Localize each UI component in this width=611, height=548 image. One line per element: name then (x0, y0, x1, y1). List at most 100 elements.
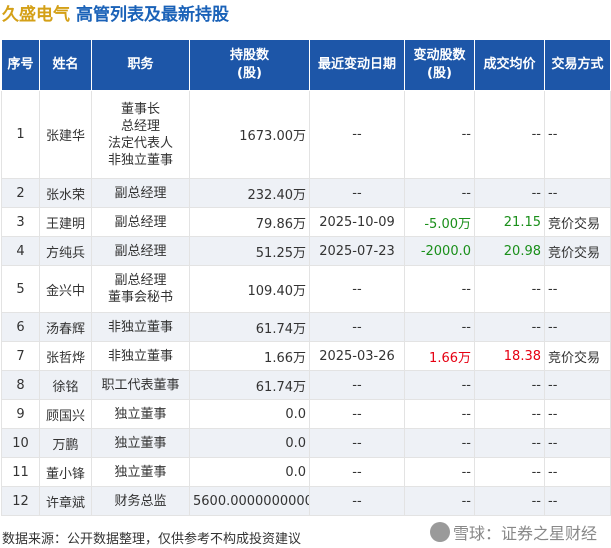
cell-change-shares: -- (404, 312, 475, 342)
cell-holding: 0.0 (189, 399, 310, 429)
cell-holding: 0.0 (189, 428, 310, 458)
cell-last-change-date: -- (309, 265, 405, 313)
table-row: 1 张建华 董事长 总经理 法定代表人 非独立董事 1673.00万 -- -- -- -- (1, 90, 611, 179)
title-bar: 久盛电气 高管列表及最新持股 (0, 0, 611, 32)
table-row: 9 顾国兴 独立董事 0.0 -- -- -- -- (1, 399, 611, 429)
cell-last-change-date: -- (309, 178, 405, 208)
cell-index: 12 (1, 486, 40, 516)
cell-holding: 232.40万 (189, 178, 310, 208)
cell-avg-price: -- (474, 486, 545, 516)
cell-position: 非独立董事 (91, 312, 190, 342)
position-line: 非独立董事 (107, 319, 173, 335)
cell-avg-price: -- (474, 312, 545, 342)
cell-index: 11 (1, 457, 40, 487)
cell-change-shares: -- (404, 90, 475, 179)
cell-trade-method: -- (544, 370, 611, 400)
cell-name: 金兴中 (39, 265, 92, 313)
cell-last-change-date: -- (309, 370, 405, 400)
table-row: 3 王建明 副总经理 79.86万 2025-10-09 -5.00万 21.15 竞价交易 (1, 207, 611, 237)
cell-trade-method: -- (544, 265, 611, 313)
data-source-note: 数据来源：公开数据整理，仅供参考不构成投资建议 (2, 532, 302, 547)
cell-trade-method: -- (544, 178, 611, 208)
position-line: 副总经理 (114, 273, 167, 288)
table-row: 12许章斌财务总监5600.000000000001-------- (1, 486, 611, 516)
cell-index: 5 (1, 265, 40, 313)
cell-holding: 79.86万 (189, 207, 310, 237)
cell-index: 8 (1, 370, 40, 400)
cell-index: 6 (1, 312, 40, 342)
cell-change-shares: -- (404, 457, 475, 487)
cell-name: 许章斌 (39, 486, 92, 516)
snowball-logo-icon (429, 522, 450, 542)
cell-holding: 61.74万 (189, 312, 310, 342)
executive-holdings-table: 序号 姓名 职务 持股数 (股) 最近变动日期 变动股数 (股) 成交均价 交易方式 1 张建华… (1, 39, 611, 516)
header-trade-method: 交易方式 (544, 39, 611, 91)
cell-change-shares: -5.00万 (404, 207, 475, 237)
position-line: 独立董事 (114, 435, 167, 451)
cell-last-change-date: 2025-03-26 (309, 341, 405, 371)
company-name: 久盛电气 (2, 5, 70, 25)
cell-trade-method: -- (544, 428, 611, 458)
cell-avg-price: -- (474, 370, 545, 400)
cell-index: 7 (1, 341, 40, 371)
header-last-change-date: 最近变动日期 (309, 39, 405, 91)
cell-position: 职工代表董事 (91, 370, 190, 400)
cell-index: 10 (1, 428, 40, 458)
cell-name: 万鹏 (39, 428, 92, 458)
table-row: 4 方纯兵 副总经理 51.25万 2025-07-23 -2000.0 20.98 竞价交易 (1, 236, 611, 266)
cell-position: 财务总监 (91, 486, 190, 516)
table-row: 10 万鹏 独立董事 0.0 -- -- -- -- (1, 428, 611, 458)
cell-name: 张水荣 (39, 178, 92, 208)
cell-index: 2 (1, 178, 40, 208)
table-row: 6 汤春辉 非独立董事 61.74万 -- -- -- -- (1, 312, 611, 342)
position-line: 非独立董事 (107, 348, 173, 364)
cell-change-shares: -- (404, 265, 475, 313)
cell-holding: 61.74万 (189, 370, 310, 400)
cell-last-change-date: -- (309, 486, 405, 516)
cell-name: 张建华 (39, 90, 92, 179)
cell-avg-price: 20.98 (474, 236, 545, 266)
cell-last-change-date: -- (309, 90, 405, 179)
cell-change-shares: -- (404, 370, 475, 400)
cell-last-change-date: -- (309, 312, 405, 342)
cell-avg-price: -- (474, 178, 545, 208)
cell-position: 副总经理 (91, 236, 190, 266)
table-row: 2 张水荣 副总经理 232.40万 -- -- -- -- (1, 178, 611, 208)
cell-position: 独立董事 (91, 428, 190, 458)
cell-holding: 109.40万 (189, 265, 310, 313)
cell-holding: 51.25万 (189, 236, 310, 266)
cell-name: 顾国兴 (39, 399, 92, 429)
cell-index: 4 (1, 236, 40, 266)
table-body: 1 张建华 董事长 总经理 法定代表人 非独立董事 1673.00万 -- -- -- -- 2 张水荣… (1, 90, 611, 516)
position-line: 财务总监 (114, 493, 167, 509)
cell-name: 方纯兵 (39, 236, 92, 266)
cell-name: 汤春辉 (39, 312, 92, 342)
brand-text: 雪球：证券之星财经 (452, 524, 597, 543)
cell-holding: 5600.000000000001 (189, 486, 310, 516)
cell-position: 独立董事 (91, 399, 190, 429)
header-holding: 持股数 (股) (189, 39, 310, 91)
table-row: 8 徐铭 职工代表董事 61.74万 -- -- -- -- (1, 370, 611, 400)
cell-name: 徐铭 (39, 370, 92, 400)
cell-change-shares: -- (404, 486, 475, 516)
cell-index: 3 (1, 207, 40, 237)
cell-avg-price: -- (474, 90, 545, 179)
position-line: 董事长 (120, 101, 160, 117)
cell-position: 副总经理 (91, 207, 190, 237)
position-line: 董事会秘书 (107, 290, 173, 305)
cell-last-change-date: -- (309, 399, 405, 429)
position-line: 副总经理 (114, 243, 167, 259)
cell-trade-method: 竞价交易 (544, 236, 611, 266)
cell-last-change-date: 2025-07-23 (309, 236, 405, 266)
cell-trade-method: -- (544, 312, 611, 342)
cell-change-shares: -- (404, 178, 475, 208)
header-change-shares: 变动股数 (股) (404, 39, 475, 91)
cell-last-change-date: 2025-10-09 (309, 207, 405, 237)
cell-trade-method: -- (544, 90, 611, 179)
position-line: 独立董事 (114, 406, 167, 422)
cell-name: 王建明 (39, 207, 92, 237)
cell-trade-method: -- (544, 457, 611, 487)
cell-change-shares: -2000.0 (404, 236, 475, 266)
page-title: 高管列表及最新持股 (76, 5, 229, 25)
header-index: 序号 (1, 39, 40, 91)
